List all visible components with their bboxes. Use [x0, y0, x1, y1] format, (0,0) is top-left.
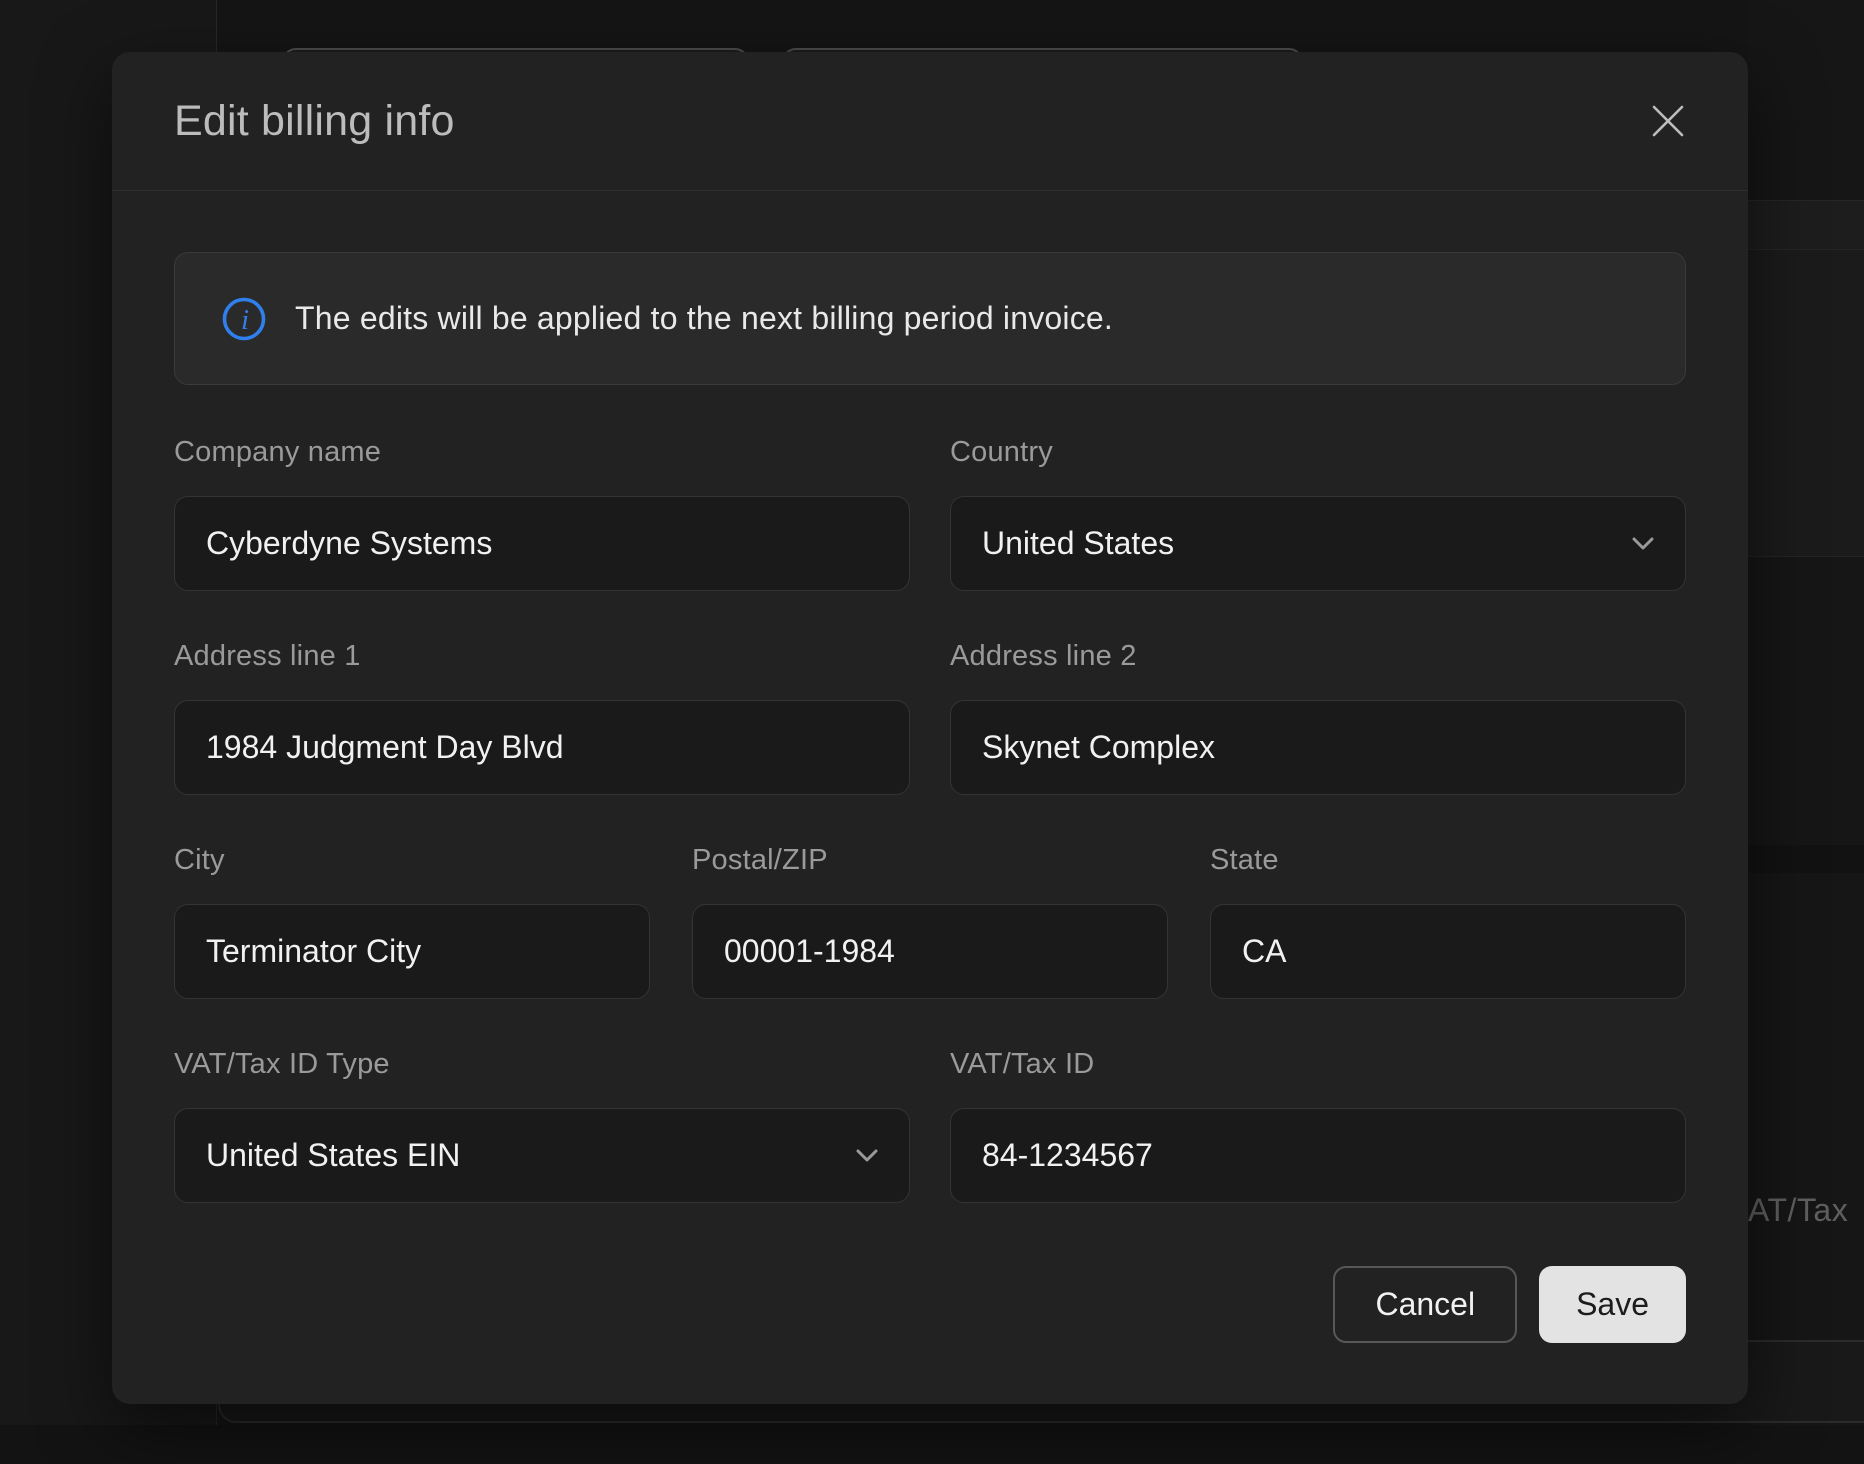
field-address-line-1: Address line 1 — [174, 639, 910, 795]
background-row-divider — [1748, 845, 1864, 873]
background-bottom-area — [0, 1425, 1864, 1464]
modal-body: i The edits will be applied to the next … — [112, 191, 1748, 1203]
field-vat-type: VAT/Tax ID Type United States EIN — [174, 1047, 910, 1203]
country-select[interactable]: United States — [950, 496, 1686, 591]
chevron-down-icon — [1632, 537, 1654, 551]
field-row-3: City Postal/ZIP State — [174, 843, 1686, 999]
field-city: City — [174, 843, 650, 999]
modal-header: Edit billing info — [112, 52, 1748, 191]
close-button[interactable] — [1646, 99, 1690, 143]
save-button[interactable]: Save — [1539, 1266, 1686, 1343]
vat-type-select[interactable]: United States EIN — [174, 1108, 910, 1203]
field-row-4: VAT/Tax ID Type United States EIN VAT/Ta… — [174, 1047, 1686, 1203]
modal-title: Edit billing info — [174, 97, 455, 146]
vat-id-input[interactable] — [950, 1108, 1686, 1203]
country-label: Country — [950, 435, 1686, 470]
field-company-name: Company name — [174, 435, 910, 591]
edit-billing-info-modal: Edit billing info i The edit — [112, 52, 1748, 1404]
chevron-down-icon — [856, 1149, 878, 1163]
field-row-2: Address line 1 Address line 2 — [174, 639, 1686, 795]
vat-type-label: VAT/Tax ID Type — [174, 1047, 910, 1082]
field-state: State — [1210, 843, 1686, 999]
background-row-band — [1748, 200, 1864, 250]
state-input[interactable] — [1210, 904, 1686, 999]
state-label: State — [1210, 843, 1686, 878]
company-name-label: Company name — [174, 435, 910, 470]
address-line-1-input[interactable] — [174, 700, 910, 795]
info-icon: i — [221, 296, 267, 342]
info-banner: i The edits will be applied to the next … — [174, 252, 1686, 385]
city-label: City — [174, 843, 650, 878]
modal-footer: Cancel Save — [112, 1203, 1748, 1343]
postal-zip-label: Postal/ZIP — [692, 843, 1168, 878]
vat-id-label: VAT/Tax ID — [950, 1047, 1686, 1082]
info-banner-text: The edits will be applied to the next bi… — [295, 300, 1113, 337]
address-line-2-label: Address line 2 — [950, 639, 1686, 674]
field-postal-zip: Postal/ZIP — [692, 843, 1168, 999]
company-name-input[interactable] — [174, 496, 910, 591]
background-clipped-vat-label: AT/Tax — [1748, 1192, 1864, 1229]
vat-type-select-value: United States EIN — [206, 1137, 460, 1174]
address-line-2-input[interactable] — [950, 700, 1686, 795]
background-row-band — [1748, 250, 1864, 557]
field-row-1: Company name Country United States — [174, 435, 1686, 591]
field-vat-id: VAT/Tax ID — [950, 1047, 1686, 1203]
screen: AT/Tax Edit billing info i — [0, 0, 1864, 1464]
country-select-value: United States — [982, 525, 1174, 562]
field-address-line-2: Address line 2 — [950, 639, 1686, 795]
svg-text:i: i — [241, 304, 249, 336]
field-country: Country United States — [950, 435, 1686, 591]
close-icon — [1651, 104, 1685, 138]
cancel-button[interactable]: Cancel — [1333, 1266, 1517, 1343]
address-line-1-label: Address line 1 — [174, 639, 910, 674]
city-input[interactable] — [174, 904, 650, 999]
postal-zip-input[interactable] — [692, 904, 1168, 999]
